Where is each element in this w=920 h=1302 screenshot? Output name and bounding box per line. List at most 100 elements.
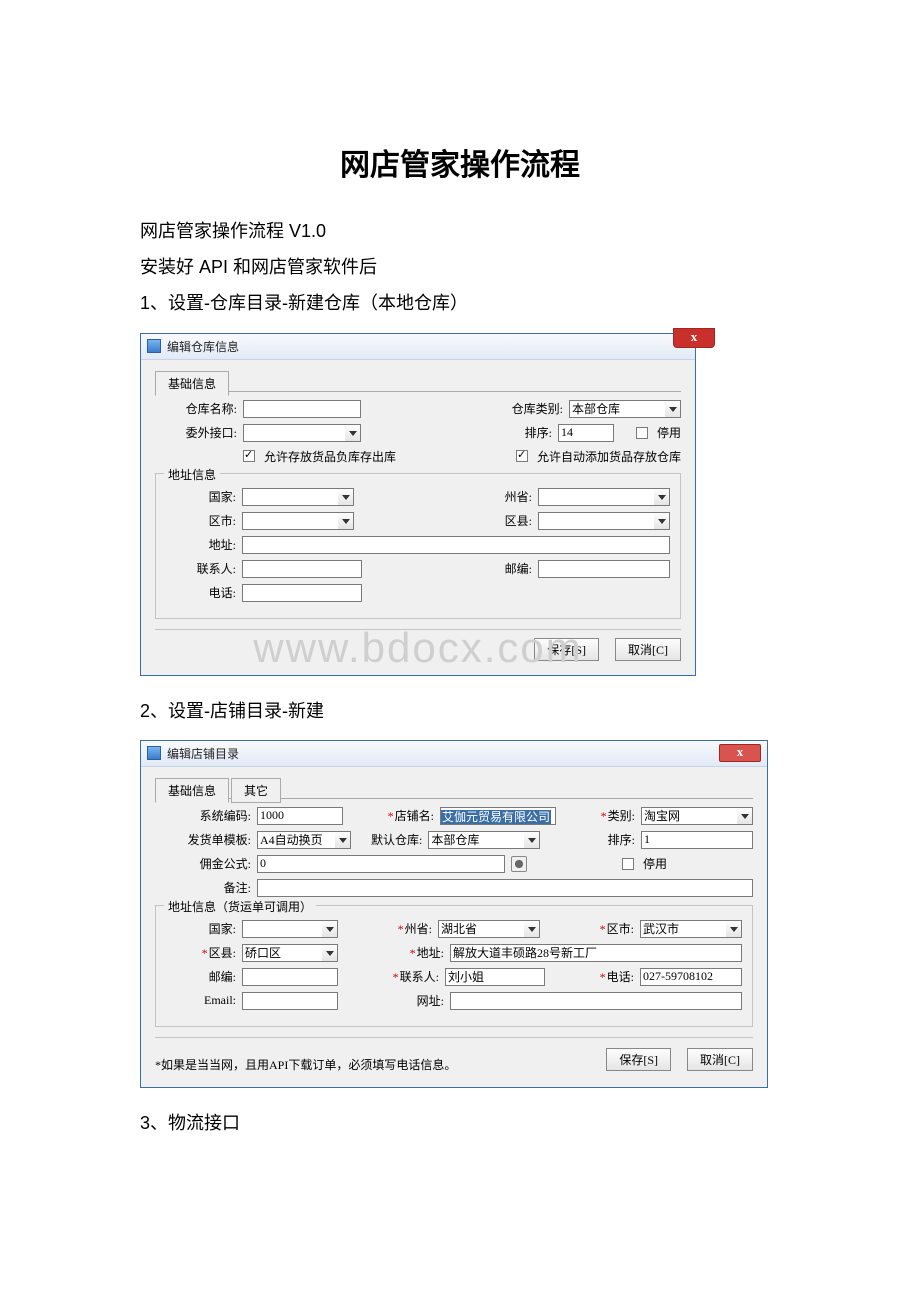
default-wh-label: 默认仓库: <box>371 831 422 848</box>
district-label: 区县: <box>209 946 236 960</box>
contact-label: 联系人: <box>400 970 439 984</box>
cancel-button[interactable]: 取消[C] <box>687 1048 753 1071</box>
zip-label: 邮编: <box>505 560 532 577</box>
disable-label: 停用 <box>643 855 667 872</box>
commission-input[interactable] <box>257 855 505 873</box>
save-button[interactable]: 保存[S] <box>534 638 599 661</box>
district-select[interactable] <box>538 512 670 530</box>
chevron-down-icon[interactable] <box>654 512 670 530</box>
template-select[interactable] <box>257 831 351 849</box>
phone-label: 电话: <box>607 970 634 984</box>
province-select[interactable] <box>538 488 670 506</box>
warehouse-name-input[interactable] <box>243 400 361 418</box>
remark-input[interactable] <box>257 879 753 897</box>
app-icon <box>147 746 161 760</box>
step-1-text: 1、设置-仓库目录-新建仓库（本地仓库） <box>40 286 880 320</box>
contact-input[interactable] <box>242 560 362 578</box>
auto-add-checkbox[interactable] <box>516 450 528 462</box>
chevron-down-icon[interactable] <box>665 400 681 418</box>
chevron-down-icon[interactable] <box>726 920 742 938</box>
country-select[interactable] <box>242 488 354 506</box>
address-group: 地址信息 国家: 州省: 区市: 区县: 地址: <box>155 473 681 619</box>
tab-basic[interactable]: 基础信息 <box>155 371 229 396</box>
contact-label: 联系人: <box>166 560 236 577</box>
url-label: 网址: <box>417 992 444 1009</box>
edit-shop-dialog: 编辑店铺目录 x 基础信息 其它 系统编码: *店铺名: 艾伽元贸易有限公司 *… <box>140 740 768 1088</box>
province-select[interactable] <box>438 920 540 938</box>
outsource-label: 委外接口: <box>155 424 237 441</box>
paragraph-version: 网店管家操作流程 V1.0 <box>40 214 880 248</box>
address-group-title: 地址信息（货运单可调用） <box>164 898 316 915</box>
city-select[interactable] <box>640 920 742 938</box>
warehouse-type-select[interactable] <box>569 400 681 418</box>
country-label: 国家: <box>166 488 236 505</box>
zip-input[interactable] <box>242 968 338 986</box>
auto-add-label: 允许自动添加货品存放仓库 <box>537 448 681 465</box>
warehouse-name-label: 仓库名称: <box>155 400 237 417</box>
tab-other[interactable]: 其它 <box>231 778 281 803</box>
phone-input[interactable] <box>242 584 362 602</box>
note-text: *如果是当当网，且用API下载订单，必须填写电话信息。 <box>155 1056 456 1073</box>
default-wh-select[interactable] <box>428 831 540 849</box>
step-2-text: 2、设置-店铺目录-新建 <box>40 694 880 728</box>
contact-input[interactable] <box>445 968 545 986</box>
tab-basic[interactable]: 基础信息 <box>155 778 229 803</box>
gear-icon[interactable] <box>511 856 527 872</box>
category-label: 类别: <box>608 809 635 823</box>
edit-warehouse-dialog: 编辑仓库信息 x 基础信息 仓库名称: 仓库类别: 委外接口: <box>140 333 696 676</box>
save-button[interactable]: 保存[S] <box>606 1048 671 1071</box>
url-input[interactable] <box>450 992 742 1010</box>
category-select[interactable] <box>641 807 753 825</box>
sort-input[interactable] <box>641 831 753 849</box>
address-group-title: 地址信息 <box>164 466 220 483</box>
chevron-down-icon[interactable] <box>524 920 540 938</box>
titlebar-text: 编辑店铺目录 <box>167 745 239 762</box>
chevron-down-icon[interactable] <box>338 488 354 506</box>
disable-checkbox[interactable] <box>636 427 648 439</box>
titlebar: 编辑店铺目录 x <box>141 741 767 767</box>
chevron-down-icon[interactable] <box>524 831 540 849</box>
country-select[interactable] <box>242 920 338 938</box>
document-title: 网店管家操作流程 <box>40 140 880 184</box>
chevron-down-icon[interactable] <box>335 831 351 849</box>
email-input[interactable] <box>242 992 338 1010</box>
province-label: 州省: <box>505 488 532 505</box>
warehouse-type-label: 仓库类别: <box>512 400 563 417</box>
chevron-down-icon[interactable] <box>338 512 354 530</box>
address-input[interactable] <box>242 536 670 554</box>
phone-input[interactable] <box>640 968 742 986</box>
template-label: 发货单模板: <box>155 831 251 848</box>
titlebar-text: 编辑仓库信息 <box>167 338 239 355</box>
shopname-input[interactable]: 艾伽元贸易有限公司 <box>440 807 556 825</box>
addr-input[interactable] <box>450 944 742 962</box>
warehouse-type-value[interactable] <box>569 400 665 418</box>
allow-negative-label: 允许存放货品负库存出库 <box>264 448 396 465</box>
province-label: 州省: <box>405 922 432 936</box>
syscode-input[interactable] <box>257 807 343 825</box>
sort-input[interactable] <box>558 424 614 442</box>
chevron-down-icon[interactable] <box>737 807 753 825</box>
tabs: 基础信息 <box>155 370 681 392</box>
address-group: 地址信息（货运单可调用） 国家: *州省: *区市: *区县: *地址: <box>155 905 753 1027</box>
close-button[interactable]: x <box>719 744 761 762</box>
zip-input[interactable] <box>538 560 670 578</box>
commission-label: 佣金公式: <box>155 855 251 872</box>
outsource-select[interactable] <box>243 424 361 442</box>
city-label: 区市: <box>166 512 236 529</box>
city-label: 区市: <box>607 922 634 936</box>
close-button[interactable]: x <box>673 328 715 348</box>
district-select[interactable] <box>242 944 338 962</box>
cancel-button[interactable]: 取消[C] <box>615 638 681 661</box>
chevron-down-icon[interactable] <box>322 920 338 938</box>
city-select[interactable] <box>242 512 354 530</box>
remark-label: 备注: <box>155 879 251 896</box>
sort-label: 排序: <box>525 424 552 441</box>
chevron-down-icon[interactable] <box>345 424 361 442</box>
allow-negative-checkbox[interactable] <box>243 450 255 462</box>
disable-checkbox[interactable] <box>622 858 634 870</box>
chevron-down-icon[interactable] <box>322 944 338 962</box>
zip-label: 邮编: <box>166 968 236 985</box>
chevron-down-icon[interactable] <box>654 488 670 506</box>
sort-label: 排序: <box>608 831 635 848</box>
outsource-input[interactable] <box>243 424 345 442</box>
